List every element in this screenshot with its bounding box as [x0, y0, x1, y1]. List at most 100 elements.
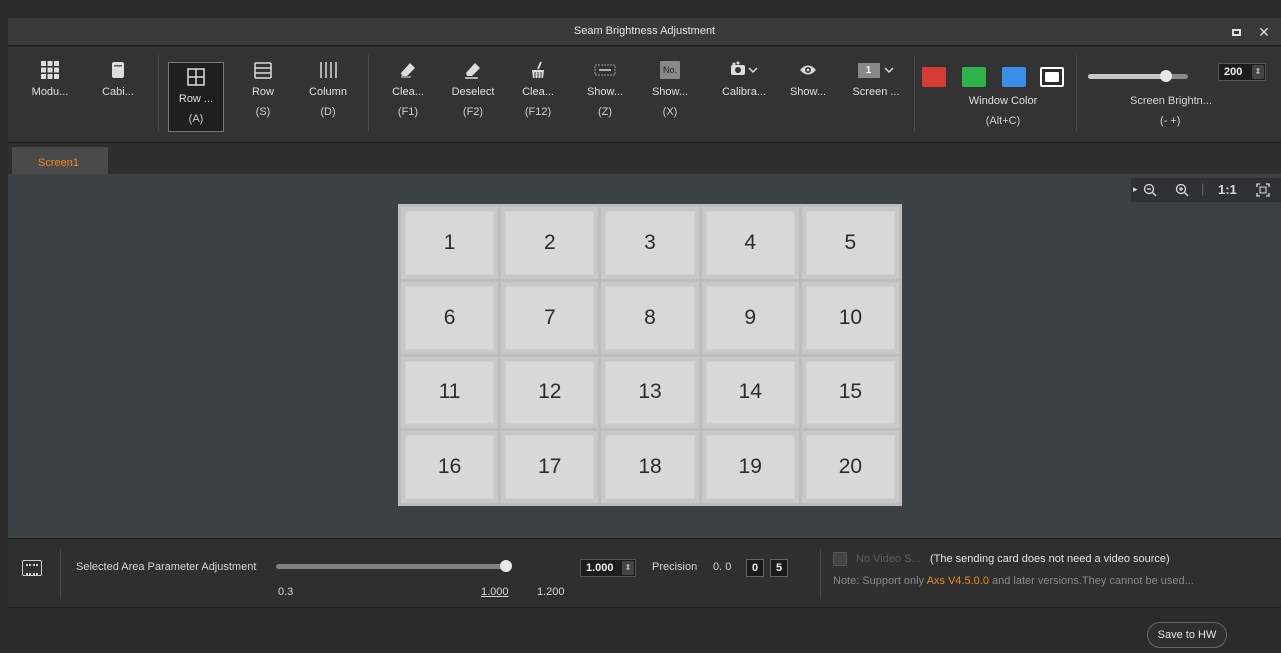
no-video-label: No Video S... [856, 553, 921, 565]
support-note: Note: Support only Axs V4.5.0.0 and late… [833, 575, 1194, 587]
toolbar: Modu... Cabi... Row ... (A) Row (S) Colu… [8, 47, 1281, 143]
expand-arrow-icon[interactable]: ▸ [1133, 184, 1138, 195]
slider-current-label: 1.000 [481, 586, 509, 598]
screen-number-icon: 1 [857, 62, 880, 78]
precision-label: Precision [652, 561, 698, 573]
chevron-down-icon [883, 67, 894, 74]
seam-lines-icon [594, 64, 616, 76]
window-title: Seam Brightness Adjustment [573, 25, 716, 37]
no-video-checkbox[interactable] [833, 552, 847, 566]
brightness-value: 200 [1224, 66, 1243, 78]
tool-shortcut: (Z) [597, 106, 613, 118]
clear-all-tool-button[interactable]: Clea... (F12) [510, 56, 566, 136]
tool-label: Calibra... [721, 86, 767, 98]
calibration-tool-button[interactable]: Calibra... [714, 56, 774, 136]
zoom-in-icon[interactable] [1175, 183, 1189, 197]
row-column-icon [187, 68, 205, 86]
actual-size-button[interactable]: 1:1 [1218, 182, 1237, 197]
cabinet-cell[interactable]: 15 [801, 356, 899, 429]
precision-digit-2[interactable]: 5 [770, 559, 788, 577]
adjust-slider-handle[interactable] [500, 560, 512, 572]
number-icon: No. [660, 61, 680, 79]
precision-digit-1[interactable]: 0 [746, 559, 764, 577]
brightness-slider-handle[interactable] [1160, 70, 1173, 82]
blue-color-swatch[interactable] [1002, 67, 1026, 87]
cabinet-cell[interactable]: 16 [401, 431, 499, 503]
show-tool-button[interactable]: Show... [780, 56, 836, 136]
panel-divider [60, 549, 61, 599]
eraser-icon [401, 63, 415, 78]
precision-prefix: 0. 0 [713, 561, 732, 573]
save-to-hw-button[interactable]: Save to HW [1147, 622, 1227, 648]
green-color-swatch[interactable] [962, 67, 986, 87]
no-video-note: (The sending card does not need a video … [930, 553, 1170, 565]
tool-shortcut: (S) [255, 106, 271, 118]
column-icon [320, 62, 337, 78]
footer-bar: Save to HW [8, 609, 1281, 653]
tool-label: Show... [651, 86, 689, 98]
cabinet-cell[interactable]: 11 [401, 356, 499, 429]
cabinet-icon [112, 62, 124, 78]
spin-arrows-icon[interactable]: ⇕ [1252, 65, 1264, 79]
cabinet-cell[interactable]: 5 [801, 207, 899, 279]
tool-shortcut: (F12) [524, 106, 552, 118]
module-tool-button[interactable]: Modu... [22, 56, 78, 136]
cabinet-cell[interactable]: 7 [501, 281, 599, 354]
red-color-swatch[interactable] [922, 67, 946, 87]
close-button[interactable]: ✕ [1255, 23, 1273, 41]
tool-label: Screen ... [852, 86, 900, 98]
tool-shortcut: (F1) [397, 106, 419, 118]
tool-label: Show... [789, 86, 827, 98]
cabinet-tool-button[interactable]: Cabi... [90, 56, 146, 136]
cabinet-cell[interactable]: 1 [401, 207, 499, 279]
toolbar-divider [914, 55, 915, 131]
column-tool-button[interactable]: Column (D) [300, 56, 356, 136]
cabinet-cell[interactable]: 9 [701, 281, 799, 354]
zoom-divider: | [1201, 181, 1205, 196]
cabinet-cell[interactable]: 2 [501, 207, 599, 279]
tool-label: Clea... [522, 86, 554, 98]
fit-screen-icon[interactable] [1256, 183, 1270, 197]
tool-label: Row [251, 86, 274, 98]
cabinet-cell[interactable]: 20 [801, 431, 899, 503]
brightness-spinbox[interactable]: 200 ⇕ [1218, 63, 1266, 81]
keyboard-icon[interactable] [22, 560, 42, 576]
tab-bar: Screen1 [8, 144, 1281, 174]
spin-arrows-icon[interactable]: ⇕ [622, 561, 634, 575]
cabinet-cell[interactable]: 6 [401, 281, 499, 354]
cabinet-cell[interactable]: 3 [601, 207, 699, 279]
zoom-out-icon[interactable] [1143, 183, 1157, 197]
brightness-slider[interactable] [1088, 70, 1188, 82]
tool-label: Clea... [392, 86, 424, 98]
cabinet-cell[interactable]: 18 [601, 431, 699, 503]
tab-screen1[interactable]: Screen1 [12, 147, 108, 174]
deselect-icon [465, 63, 480, 79]
brightness-shortcut: (- +) [1160, 115, 1181, 127]
tool-shortcut: (D) [320, 106, 336, 118]
adjust-slider[interactable] [276, 560, 512, 572]
row-column-tool-button[interactable]: Row ... (A) [168, 62, 224, 132]
maximize-button[interactable] [1227, 23, 1245, 41]
cabinet-cell[interactable]: 17 [501, 431, 599, 503]
cabinet-cell[interactable]: 13 [601, 356, 699, 429]
cabinet-cell[interactable]: 12 [501, 356, 599, 429]
cabinet-cell[interactable]: 19 [701, 431, 799, 503]
clear-tool-button[interactable]: Clea... (F1) [380, 56, 436, 136]
cabinet-cell[interactable]: 4 [701, 207, 799, 279]
tool-label: Show... [586, 86, 624, 98]
cabinet-cell[interactable]: 10 [801, 281, 899, 354]
slider-max-label: 1.200 [537, 586, 565, 598]
white-color-swatch[interactable] [1040, 67, 1064, 87]
show-numbers-tool-button[interactable]: No. Show... (X) [642, 56, 698, 136]
cabinet-cell[interactable]: 14 [701, 356, 799, 429]
show-seams-tool-button[interactable]: Show... (Z) [577, 56, 633, 136]
tool-label: Row ... [178, 93, 214, 105]
title-bar: Seam Brightness Adjustment ✕ [8, 18, 1281, 46]
screen-number-tool-button[interactable]: 1 Screen ... [846, 56, 906, 136]
deselect-tool-button[interactable]: Deselect (F2) [445, 56, 501, 136]
row-tool-button[interactable]: Row (S) [235, 56, 291, 136]
adjust-value-spinbox[interactable]: 1.000 ⇕ [580, 559, 636, 577]
cabinet-cell[interactable]: 8 [601, 281, 699, 354]
adjust-value: 1.000 [586, 562, 614, 574]
calibration-icon [731, 61, 758, 75]
